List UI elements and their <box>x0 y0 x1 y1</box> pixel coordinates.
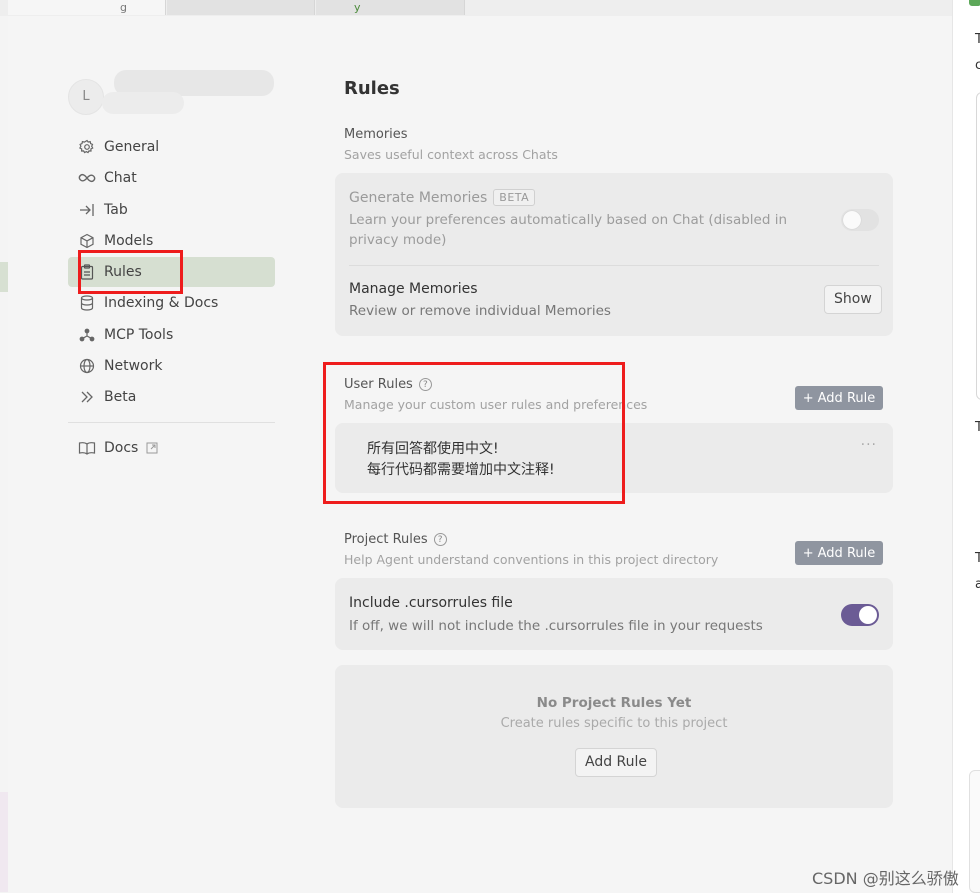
external-link-icon <box>146 442 158 454</box>
show-memories-button[interactable]: Show <box>824 285 882 314</box>
cursorrules-card: Include .cursorrules file If off, we wil… <box>335 578 893 650</box>
top-tab-bar: g y <box>0 0 980 16</box>
top-tab-label: y <box>354 1 361 14</box>
sidebar-item-docs[interactable]: Docs <box>68 433 275 463</box>
include-cursorrules-desc: If off, we will not include the .cursorr… <box>349 618 763 634</box>
include-cursorrules-title: Include .cursorrules file <box>349 595 513 611</box>
right-edge-text: T <box>975 420 980 435</box>
add-user-rule-button[interactable]: + Add Rule <box>795 386 883 410</box>
avatar[interactable]: L <box>68 79 104 115</box>
database-icon <box>78 294 96 312</box>
project-rules-desc: Help Agent understand conventions in thi… <box>344 552 719 567</box>
top-tab-settings[interactable]: g <box>8 0 166 15</box>
sidebar-item-label: MCP Tools <box>104 327 174 343</box>
card-divider <box>349 265 879 266</box>
arrow-to-line-icon <box>78 201 96 219</box>
sidebar-item-label: Indexing & Docs <box>104 295 219 311</box>
highlight-rules-nav <box>78 250 183 294</box>
sidebar-item-label: Tab <box>104 202 128 218</box>
add-rule-label: Add Rule <box>817 545 876 561</box>
redacted-email <box>102 92 184 114</box>
project-rules-empty-card: No Project Rules Yet Create rules specif… <box>335 665 893 808</box>
sidebar-item-general[interactable]: General <box>68 132 275 162</box>
globe-icon <box>78 357 96 375</box>
top-tab-2[interactable] <box>167 0 315 15</box>
project-rules-label: Project Rules ? <box>344 532 447 547</box>
manage-memories-title: Manage Memories <box>349 281 478 297</box>
sidebar-item-beta[interactable]: Beta <box>68 382 275 412</box>
sidebar-item-label: General <box>104 139 160 155</box>
empty-desc: Create rules specific to this project <box>500 716 728 731</box>
left-edge-panel <box>0 16 8 893</box>
right-edge-text: c <box>975 58 980 73</box>
double-chevron-icon <box>78 388 96 406</box>
help-icon[interactable]: ? <box>433 533 447 546</box>
right-edge-text: T <box>975 551 980 566</box>
generate-memories-desc: Learn your preferences automatically bas… <box>349 212 788 248</box>
sidebar-item-mcp-tools[interactable]: MCP Tools <box>68 320 275 350</box>
watermark: CSDN @别这么骄傲 <box>812 869 959 888</box>
memories-desc: Saves useful context across Chats <box>344 147 558 162</box>
sidebar-item-label: Beta <box>104 389 137 405</box>
generate-memories-label: Generate Memories <box>349 189 488 206</box>
sidebar-divider <box>68 422 275 423</box>
right-edge-text: a <box>975 577 980 592</box>
right-edge-status <box>969 0 980 6</box>
memories-card: Generate Memories BETA Learn your prefer… <box>335 173 893 336</box>
right-edge-input[interactable] <box>969 770 980 893</box>
beta-badge: BETA <box>493 189 536 206</box>
left-edge-block <box>0 792 8 892</box>
more-options-icon[interactable]: ··· <box>861 437 877 453</box>
generate-memories-title: Generate Memories BETA <box>349 189 536 206</box>
add-project-rule-button[interactable]: + Add Rule <box>795 541 883 565</box>
sidebar-item-label: Chat <box>104 170 137 186</box>
empty-title: No Project Rules Yet <box>536 695 692 711</box>
top-tab-3[interactable]: y <box>316 0 465 15</box>
toggle-knob <box>859 606 877 624</box>
book-icon <box>78 439 96 457</box>
add-rule-label: Add Rule <box>817 390 876 406</box>
add-project-rule-empty-button[interactable]: Add Rule <box>575 748 658 777</box>
plus-icon: + <box>802 545 814 561</box>
cube-icon <box>78 232 96 250</box>
include-cursorrules-toggle[interactable] <box>841 604 879 626</box>
sidebar-item-chat[interactable]: Chat <box>68 163 275 193</box>
right-edge-box <box>976 92 980 400</box>
right-edge-text: T <box>975 32 980 47</box>
sidebar-item-label: Docs <box>104 440 139 456</box>
sidebar-item-tab[interactable]: Tab <box>68 195 275 225</box>
right-edge-panel: T c T T a <box>952 0 980 893</box>
sidebar-item-network[interactable]: Network <box>68 351 275 381</box>
manage-memories-desc: Review or remove individual Memories <box>349 303 611 319</box>
gear-icon <box>78 138 96 156</box>
sidebar-item-label: Network <box>104 358 163 374</box>
page-title: Rules <box>344 78 400 99</box>
top-tab-label: g <box>120 1 127 14</box>
toggle-knob <box>843 211 861 229</box>
project-rules-label-text: Project Rules <box>344 532 428 547</box>
plus-icon: + <box>802 390 814 406</box>
memories-label: Memories <box>344 127 408 142</box>
nodes-icon <box>78 326 96 344</box>
infinity-icon <box>78 169 96 187</box>
generate-memories-toggle[interactable] <box>841 209 879 231</box>
highlight-user-rules <box>323 362 625 504</box>
sidebar-item-label: Models <box>104 233 154 249</box>
left-edge-highlight <box>0 262 8 292</box>
